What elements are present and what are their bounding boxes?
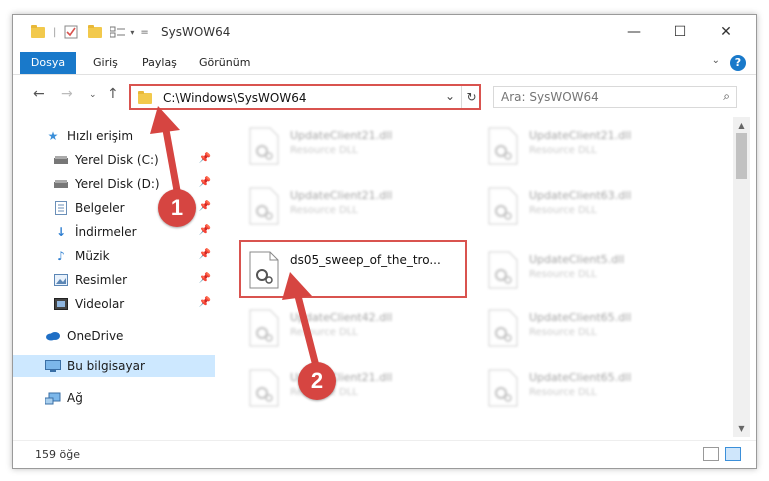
annotation-arrows <box>150 106 320 370</box>
arrow-head-2 <box>282 272 312 300</box>
arrow-to-file <box>294 292 320 370</box>
arrow-to-address-bar <box>162 126 182 200</box>
arrow-head-1 <box>150 106 180 134</box>
step-badge-1: 1 <box>158 189 196 227</box>
step-badge-2: 2 <box>298 362 336 400</box>
